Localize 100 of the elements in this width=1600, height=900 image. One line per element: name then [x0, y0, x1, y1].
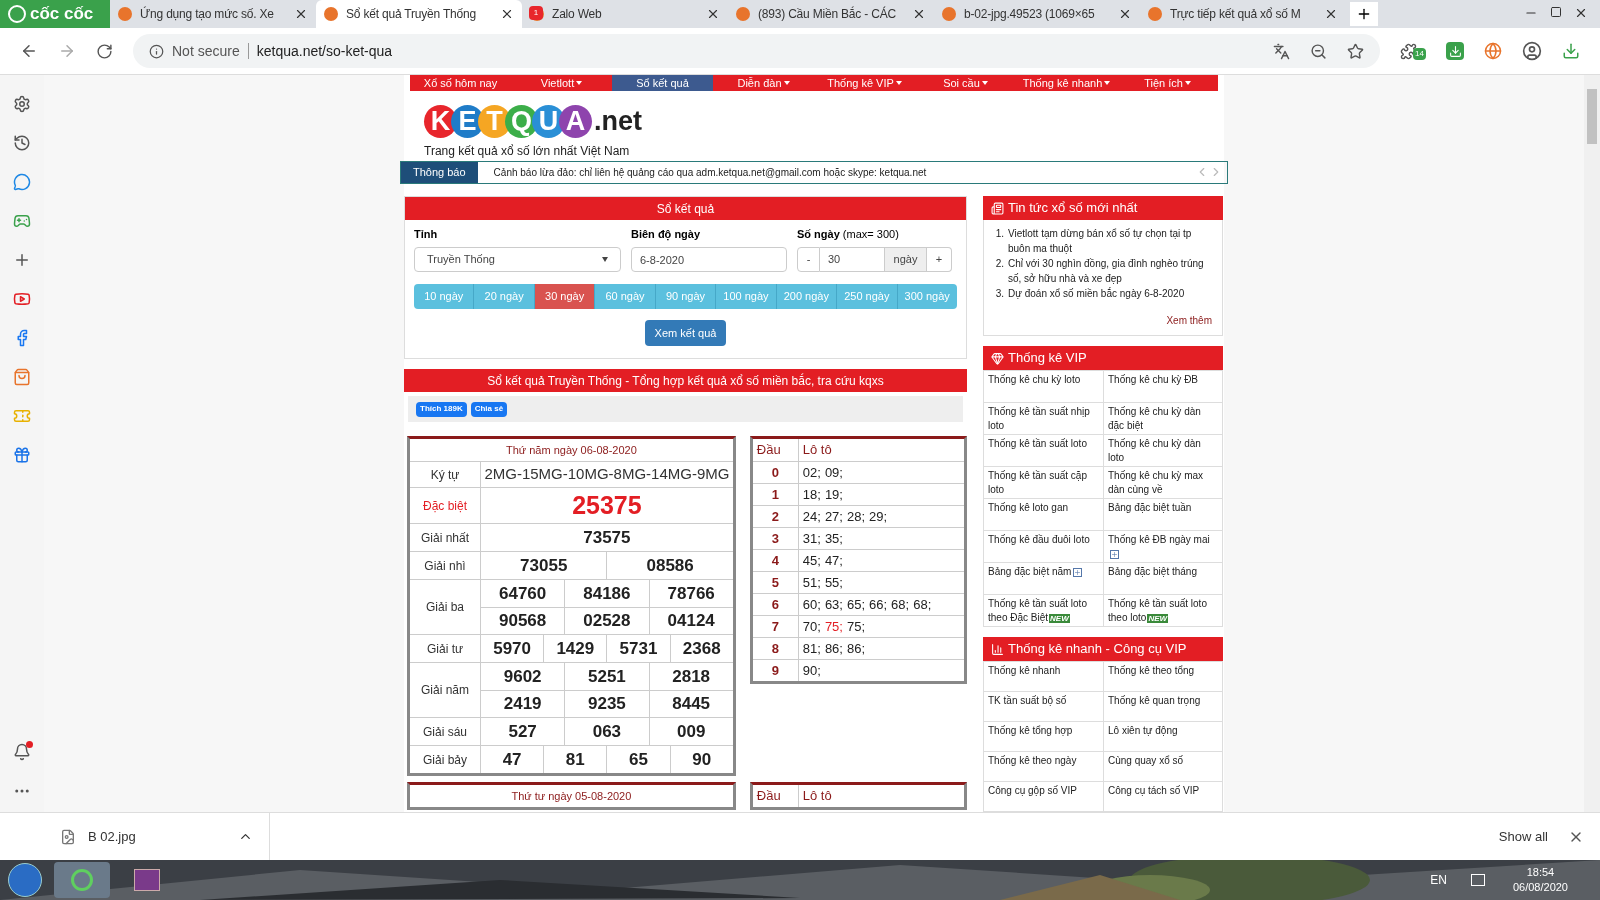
- range-button[interactable]: 30 ngày: [533, 284, 595, 309]
- notice-text: Cảnh báo lừa đảo: chỉ liên hệ quảng cáo qua adm.ketqua.net@gmail.com hoặc skype: ketqua.net: [493, 165, 928, 180]
- stats-link[interactable]: Thống kê đầu đuôi loto: [984, 530, 1103, 562]
- close-icon[interactable]: [912, 7, 926, 21]
- show-all-button[interactable]: Show all: [1498, 826, 1548, 847]
- close-icon[interactable]: [294, 7, 308, 21]
- browser-tab[interactable]: Sổ kết quả Truyền Thống: [316, 0, 522, 28]
- nav-item[interactable]: Xổ số hôm nay: [410, 75, 511, 91]
- prize-number: 9235: [564, 691, 649, 717]
- stats-link[interactable]: TK tần suất bộ số: [984, 691, 1103, 721]
- video-icon[interactable]: [13, 290, 31, 308]
- logo-suffix: .net: [594, 105, 642, 138]
- submit-button[interactable]: Xem kết quả: [644, 320, 727, 346]
- prize-label: Giải tư: [425, 640, 464, 658]
- back-icon[interactable]: [20, 42, 38, 60]
- maximize-icon[interactable]: [1550, 6, 1562, 18]
- draw-date: Thứ tư ngày 05-08-2020: [510, 788, 633, 804]
- share-button[interactable]: Chia sẻ: [470, 401, 508, 417]
- close-icon[interactable]: [1324, 7, 1338, 21]
- news-link[interactable]: Vietlott tạm dừng bán xổ số tự chọn tại tp buôn ma thuột: [1008, 226, 1212, 256]
- prize-number: 2MG-15MG-10MG-8MG-14MG-9MG: [483, 464, 731, 485]
- prize-label: Giải nhì: [423, 557, 467, 575]
- stats-link[interactable]: Thống kê nhanh: [984, 661, 1103, 691]
- nav-item[interactable]: Soi cầu: [915, 75, 1016, 91]
- scrollbar[interactable]: [1584, 75, 1600, 812]
- messenger-icon[interactable]: [13, 173, 31, 191]
- loto-head: 1: [770, 485, 780, 504]
- nav-item[interactable]: Thống kê nhanh: [1016, 75, 1117, 91]
- stats-link[interactable]: Bảng đặc biệt năm: [984, 562, 1103, 594]
- stats-link[interactable]: Thống kê tần suất cặp loto: [984, 466, 1103, 498]
- more-link[interactable]: Xem thêm: [1166, 315, 1212, 326]
- stats-link[interactable]: Thống kê tần suất loto theo Đặc Biệt NEW: [984, 594, 1103, 626]
- tray-icon[interactable]: [1470, 874, 1485, 886]
- shopping-bag-icon[interactable]: [13, 368, 31, 386]
- nav-item[interactable]: Sổ kết quả: [612, 75, 713, 91]
- close-icon[interactable]: [1118, 7, 1132, 21]
- stats-link[interactable]: Thống kê tần suất loto: [984, 434, 1103, 466]
- stats-link[interactable]: Thống kê theo tổng: [1103, 661, 1222, 691]
- news-link[interactable]: Dự đoán xổ số miền bắc ngày 6-8-2020: [1008, 286, 1185, 301]
- tab-title: Trực tiếp kết quả xổ số M: [1170, 6, 1302, 23]
- new-tab-button[interactable]: [1350, 2, 1378, 26]
- stats-link[interactable]: Thống kê chu kỳ dàn đặc biệt: [1103, 402, 1222, 434]
- stats-link[interactable]: Thống kê tần suất loto theo loto NEW: [1103, 594, 1222, 626]
- stats-link[interactable]: Thống kê tần suất nhịp loto: [984, 402, 1103, 434]
- minus-button[interactable]: -: [797, 246, 820, 272]
- days-field[interactable]: 30: [820, 246, 884, 272]
- nav-item[interactable]: Diễn đàn: [713, 75, 814, 91]
- like-button[interactable]: Thích 189K: [416, 401, 467, 417]
- stats-link[interactable]: Thống kê theo ngày: [984, 751, 1103, 781]
- stats-link[interactable]: Thống kê chu kỳ max dàn cùng về: [1103, 466, 1222, 498]
- nav-item[interactable]: Thống kê VIP: [814, 75, 915, 91]
- stats-link[interactable]: Lô xiên tự động: [1103, 721, 1222, 751]
- nav-item[interactable]: Vietlott: [511, 75, 612, 91]
- archive-app-icon[interactable]: [134, 869, 160, 891]
- info-icon: [149, 43, 164, 59]
- download-extension-icon[interactable]: [1446, 42, 1464, 60]
- nav-item[interactable]: Tiện ích: [1117, 75, 1218, 91]
- stats-link[interactable]: Công cụ gộp số VIP: [984, 781, 1103, 811]
- star-icon[interactable]: [1347, 42, 1365, 60]
- loto-head: 7: [770, 617, 780, 636]
- settings-icon[interactable]: [13, 95, 31, 113]
- stats-link[interactable]: Bảng đặc biệt tuần: [1103, 498, 1222, 530]
- stats-link[interactable]: Thống kê tổng hợp: [984, 721, 1103, 751]
- stats-link[interactable]: Công cụ tách số VIP: [1103, 781, 1222, 811]
- notification-icon[interactable]: [13, 743, 31, 761]
- language-indicator[interactable]: EN: [1430, 871, 1447, 889]
- loto-number: 63;: [824, 595, 843, 614]
- clock[interactable]: 18:54 06/08/2020: [1512, 865, 1568, 895]
- stats-link[interactable]: Thống kê chu kỳ dàn loto: [1103, 434, 1222, 466]
- stats-link[interactable]: Bảng đặc biệt tháng: [1103, 562, 1222, 594]
- close-icon[interactable]: [706, 7, 720, 21]
- gift-icon[interactable]: [13, 446, 31, 464]
- news-icon: [991, 201, 1004, 215]
- gamepad-icon[interactable]: [13, 212, 31, 230]
- translate-icon[interactable]: [1273, 42, 1291, 60]
- image-file-icon: [60, 828, 76, 845]
- province-select[interactable]: Truyền Thống: [414, 246, 621, 272]
- stats-link[interactable]: Thống kê chu kỳ loto: [984, 370, 1103, 402]
- prize-number: 8445: [648, 691, 733, 717]
- zoom-out-icon[interactable]: [1310, 42, 1328, 60]
- globe-icon[interactable]: [1484, 42, 1502, 60]
- stats-link[interactable]: Thống kê quan trọng: [1103, 691, 1222, 721]
- history-icon[interactable]: [13, 134, 31, 152]
- prize-number: 65: [606, 746, 670, 773]
- news-link[interactable]: Chỉ với 30 nghìn đồng, gia đình nghèo trúng số, sở hữu nhà và xe đẹp: [1008, 256, 1212, 286]
- stats-link[interactable]: Thống kê ĐB ngày mai: [1103, 530, 1222, 562]
- stats-link[interactable]: Cùng quay xổ số: [1103, 751, 1222, 781]
- stats-link[interactable]: Thống kê chu kỳ ĐB: [1103, 370, 1222, 402]
- download-icon[interactable]: [1562, 42, 1580, 60]
- caret-icon: [1184, 81, 1191, 85]
- reload-icon[interactable]: [96, 42, 113, 60]
- profile-icon[interactable]: [1522, 41, 1542, 61]
- stats-link[interactable]: Thống kê loto gan: [984, 498, 1103, 530]
- close-icon[interactable]: [1574, 6, 1588, 20]
- plus-button[interactable]: +: [927, 246, 952, 272]
- date-field[interactable]: 6-8-2020: [631, 247, 787, 272]
- address-bar[interactable]: Not secure ketqua.net/so-ket-qua: [133, 34, 1381, 68]
- panel-title: Thống kê VIP: [1008, 349, 1087, 368]
- close-icon[interactable]: [500, 7, 514, 21]
- add-icon[interactable]: [13, 251, 31, 269]
